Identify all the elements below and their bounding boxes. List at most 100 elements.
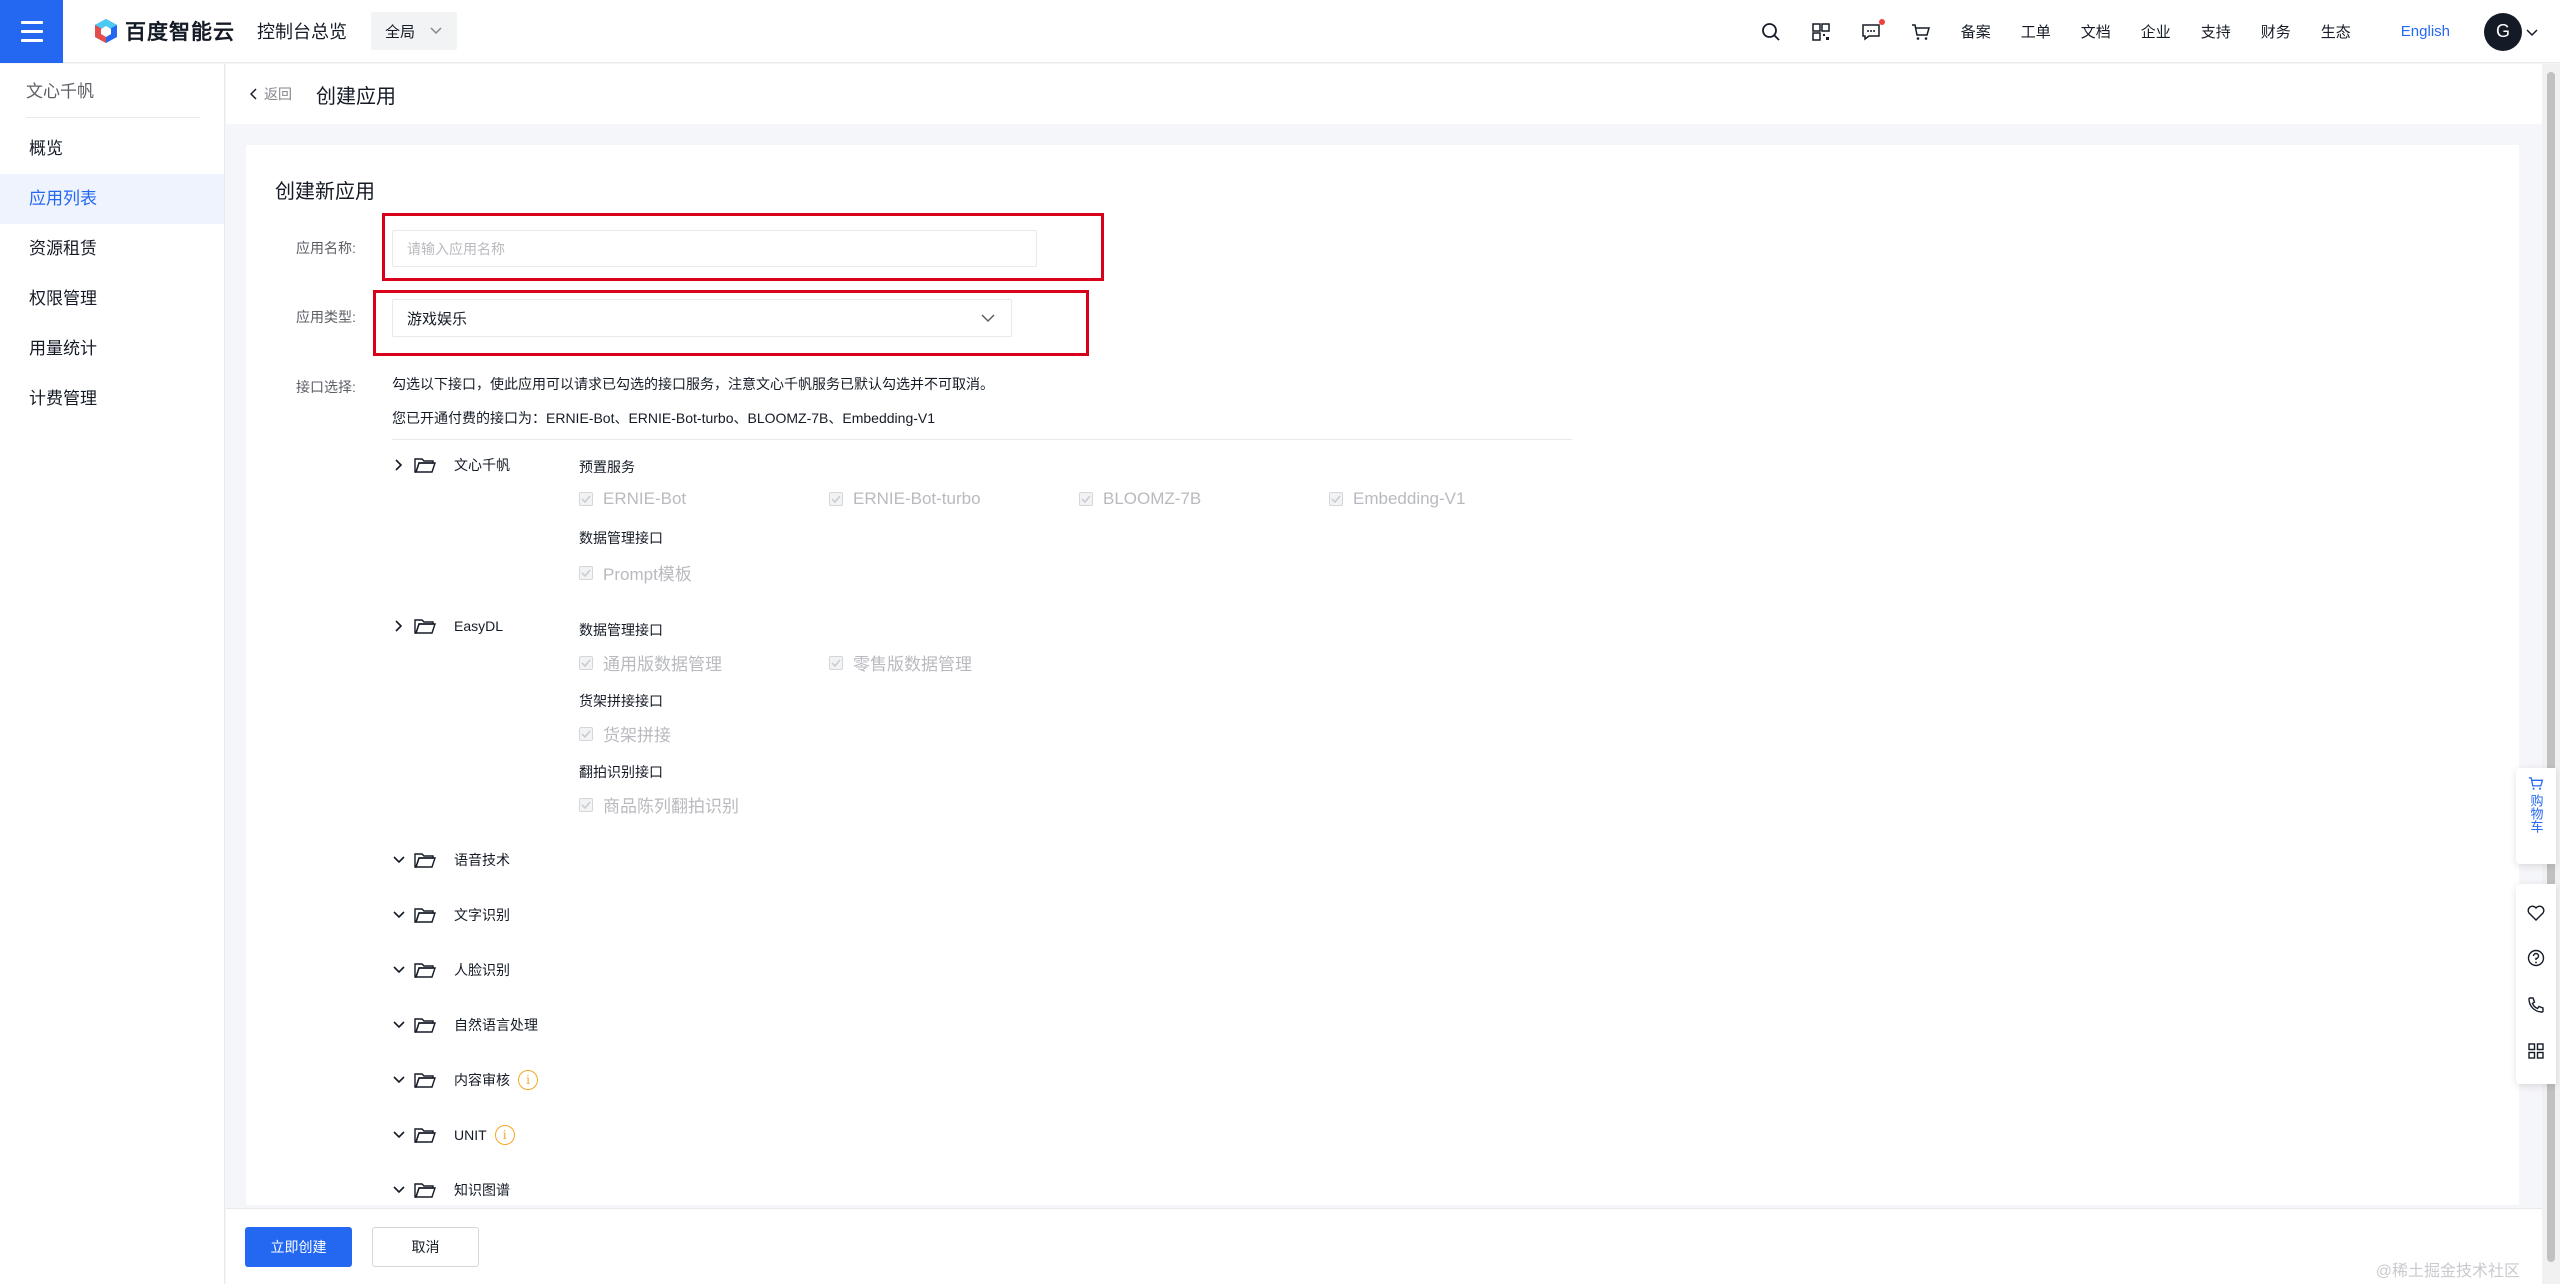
check-icon xyxy=(579,797,593,812)
checkbox-recapture-detect: 商品陈列翻拍识别 xyxy=(579,792,739,817)
chevron-down-icon[interactable] xyxy=(392,1021,406,1029)
chevron-right-icon[interactable] xyxy=(392,620,406,632)
group-name: 语音技术 xyxy=(454,852,510,868)
group-ocr[interactable]: 文字识别 xyxy=(392,905,510,925)
phone-icon[interactable] xyxy=(2527,996,2545,1017)
chevron-down-icon xyxy=(429,24,443,39)
app-name-label: 应用名称: xyxy=(296,240,356,256)
language-switch[interactable]: English xyxy=(2401,23,2450,40)
sidebar-item-permission[interactable]: 权限管理 xyxy=(0,274,224,324)
checkbox-retail-data: 零售版数据管理 xyxy=(829,650,972,675)
sidebar-item-overview[interactable]: 概览 xyxy=(0,124,224,174)
chevron-down-icon[interactable] xyxy=(392,966,406,974)
logo-text: 百度智能云 xyxy=(125,21,235,44)
check-icon xyxy=(1079,492,1093,506)
cart-icon[interactable] xyxy=(1909,20,1933,44)
folder-open-icon xyxy=(414,1128,436,1143)
subgroup-label: 数据管理接口 xyxy=(579,622,663,638)
apps-grid-icon[interactable] xyxy=(2527,1042,2545,1063)
nav-docs[interactable]: 文档 xyxy=(2081,21,2111,42)
nav-beian[interactable]: 备案 xyxy=(1961,21,1991,42)
logo-icon xyxy=(95,19,117,43)
group-content-review[interactable]: 内容审核 i xyxy=(392,1070,538,1090)
chevron-down-icon[interactable] xyxy=(392,1076,406,1084)
avatar[interactable]: G xyxy=(2484,12,2522,51)
nav-support[interactable]: 支持 xyxy=(2201,21,2231,42)
check-icon xyxy=(579,565,593,580)
scrollbar[interactable] xyxy=(2542,64,2560,1284)
folder-open-icon xyxy=(414,1183,436,1198)
chevron-down-icon[interactable] xyxy=(2526,24,2538,40)
checkbox-embedding-v1: Embedding-V1 xyxy=(1329,489,1465,509)
back-label: 返回 xyxy=(264,86,292,102)
top-right-nav: 备案 工单 文档 企业 支持 财务 生态 English G xyxy=(1746,0,2560,63)
help-icon[interactable] xyxy=(2527,949,2545,970)
checkbox-label: 货架拼接 xyxy=(603,726,671,745)
checkbox-label: Embedding-V1 xyxy=(1353,489,1466,508)
info-icon[interactable]: i xyxy=(518,1070,538,1090)
folder-open-icon xyxy=(414,458,436,473)
group-unit[interactable]: UNIT i xyxy=(392,1125,515,1145)
folder-open-icon xyxy=(414,963,436,978)
group-name: 文字识别 xyxy=(454,907,510,923)
nav-enterprise[interactable]: 企业 xyxy=(2141,21,2171,42)
notification-dot xyxy=(1878,18,1885,25)
region-value: 全局 xyxy=(385,23,416,41)
cart-icon xyxy=(2528,777,2544,790)
api-select-label: 接口选择: xyxy=(296,379,356,395)
menu-icon[interactable] xyxy=(0,0,63,63)
folder-open-icon xyxy=(414,908,436,923)
chevron-right-icon[interactable] xyxy=(392,459,406,471)
checkbox-label: 通用版数据管理 xyxy=(603,655,722,674)
chevron-down-icon[interactable] xyxy=(392,911,406,919)
checkbox-bloomz-7b: BLOOMZ-7B xyxy=(1079,489,1201,509)
sidebar-item-app-list[interactable]: 应用列表 xyxy=(0,174,224,224)
checkbox-shelf-stitch: 货架拼接 xyxy=(579,721,671,746)
chevron-down-icon[interactable] xyxy=(392,1131,406,1139)
group-name: 内容审核 xyxy=(454,1072,510,1088)
group-name: 自然语言处理 xyxy=(454,1017,538,1033)
group-nlp[interactable]: 自然语言处理 xyxy=(392,1015,538,1035)
subgroup-label: 预置服务 xyxy=(579,459,635,475)
group-easydl[interactable]: EasyDL xyxy=(392,618,503,634)
cancel-button[interactable]: 取消 xyxy=(372,1227,479,1267)
subgroup-label: 翻拍识别接口 xyxy=(579,764,663,780)
subgroup-label: 数据管理接口 xyxy=(579,530,663,546)
chevron-down-icon[interactable] xyxy=(392,1186,406,1194)
message-icon[interactable] xyxy=(1859,18,1885,44)
float-cart-button[interactable]: 购物车 xyxy=(2516,768,2556,864)
back-link[interactable]: 返回 xyxy=(250,84,292,104)
group-name: 文心千帆 xyxy=(454,457,510,473)
group-name: 人脸识别 xyxy=(454,962,510,978)
check-icon xyxy=(579,655,593,670)
nav-ecosystem[interactable]: 生态 xyxy=(2321,21,2351,42)
sidebar-item-resource-rental[interactable]: 资源租赁 xyxy=(0,224,224,274)
search-icon[interactable] xyxy=(1759,20,1783,44)
check-icon xyxy=(579,492,593,506)
sidebar-item-billing[interactable]: 计费管理 xyxy=(0,374,224,424)
region-select[interactable]: 全局 xyxy=(371,12,458,50)
nav-finance[interactable]: 财务 xyxy=(2261,21,2291,42)
folder-open-icon xyxy=(414,1073,436,1088)
sidebar-item-usage[interactable]: 用量统计 xyxy=(0,324,224,374)
watermark: @稀土掘金技术社区 xyxy=(2375,1263,2520,1280)
chevron-down-icon[interactable] xyxy=(392,856,406,864)
group-knowledge-graph[interactable]: 知识图谱 xyxy=(392,1180,510,1200)
footer-bar: 立即创建 取消 @稀土掘金技术社区 xyxy=(226,1208,2542,1284)
group-wenxin[interactable]: 文心千帆 xyxy=(392,455,510,475)
float-cart-label: 购物车 xyxy=(2528,794,2544,833)
paid-api-hint: 您已开通付费的接口为：ERNIE-Bot、ERNIE-Bot-turbo、BLO… xyxy=(392,410,936,426)
group-speech[interactable]: 语音技术 xyxy=(392,850,510,870)
checkbox-prompt-template: Prompt模板 xyxy=(579,560,692,585)
logo[interactable]: 百度智能云 xyxy=(93,16,235,46)
check-icon xyxy=(579,726,593,741)
info-icon[interactable]: i xyxy=(494,1125,515,1145)
qrcode-icon[interactable] xyxy=(1809,20,1833,44)
create-button[interactable]: 立即创建 xyxy=(245,1227,352,1267)
subgroup-label: 货架拼接接口 xyxy=(579,693,663,709)
nav-ticket[interactable]: 工单 xyxy=(2021,21,2051,42)
console-title[interactable]: 控制台总览 xyxy=(257,18,347,44)
heart-icon[interactable] xyxy=(2527,905,2545,924)
group-face[interactable]: 人脸识别 xyxy=(392,960,510,980)
group-name: UNIT xyxy=(454,1127,487,1143)
